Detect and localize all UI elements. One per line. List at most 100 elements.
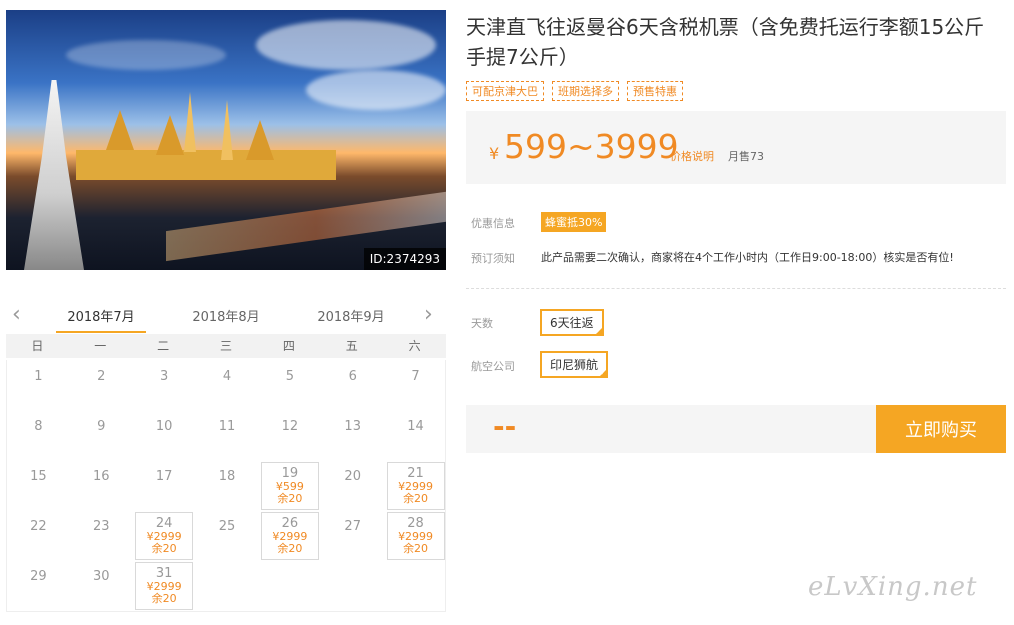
calendar-day-22: 22: [9, 512, 67, 560]
discount-badge: 蜂蜜抵30%: [541, 212, 607, 232]
day-number: 8: [34, 419, 43, 434]
calendar-day-8: 8: [9, 412, 67, 460]
day-stock: 余20: [277, 492, 303, 505]
day-number: 30: [93, 569, 110, 584]
day-number: 12: [281, 419, 299, 434]
calendar-day-11: 11: [198, 412, 256, 460]
airline-option-label: 印尼狮航: [550, 358, 599, 372]
calendar-month-nav: ‹ 2018年7月 2018年8月 2018年9月 ›: [6, 296, 446, 334]
day-number: 19: [281, 466, 299, 481]
day-number: 21: [407, 466, 424, 481]
day-number: 11: [218, 419, 236, 434]
day-number: 1: [34, 369, 43, 384]
day-number: 23: [93, 519, 110, 534]
day-number: 6: [348, 369, 357, 384]
notice-label: 预订须知: [471, 252, 515, 265]
prev-month-chevron-icon[interactable]: ‹: [12, 302, 21, 327]
calendar-day-26[interactable]: 26 ¥2999 余20: [260, 512, 319, 560]
tag-schedule: 班期选择多: [552, 81, 619, 101]
tab-month-august[interactable]: 2018年8月: [181, 306, 271, 325]
total-price-box: --: [466, 405, 876, 453]
tag-presale: 预售特惠: [627, 81, 683, 101]
calendar-day-17: 17: [135, 462, 193, 510]
calendar-day-9: 9: [72, 412, 130, 460]
calendar-day-4: 4: [198, 362, 256, 410]
calendar-day-7: 7: [387, 362, 445, 410]
buy-now-button[interactable]: 立即购买: [876, 405, 1006, 453]
day-stock: 余20: [403, 492, 429, 505]
day-number: 10: [155, 419, 173, 434]
day-number: 20: [344, 469, 361, 484]
calendar-day-12: 12: [261, 412, 319, 460]
day-number: 16: [93, 469, 110, 484]
airline-label: 航空公司: [471, 360, 515, 373]
calendar-day-18: 18: [198, 462, 256, 510]
calendar-day-14: 14: [387, 412, 445, 460]
calendar-grid: 1 2 3 4 5 6 7 8 9 10 11 12 13 14 15 16 17 18 19 ¥599 余20 20 21…: [6, 360, 446, 612]
day-number: 27: [344, 519, 361, 534]
airline-option-button[interactable]: 印尼狮航 ✓: [540, 351, 609, 378]
calendar-day-16: 16: [72, 462, 130, 510]
divider: [466, 288, 1006, 289]
calendar-day-30: 30: [72, 562, 130, 610]
calendar-weekday-header: 日 一 二 三 四 五 六: [6, 334, 446, 358]
calendar-day-27: 27: [324, 512, 382, 560]
calendar-day-31[interactable]: 31 ¥2999 余20: [135, 562, 194, 610]
notice-text: 此产品需要二次确认，商家将在4个工作小时内（工作日9:00-18:00）核实是否…: [541, 251, 954, 264]
monthly-sales: 月售73: [728, 150, 764, 163]
calendar-day-29: 29: [9, 562, 67, 610]
day-number: 18: [218, 469, 236, 484]
day-number: 29: [30, 569, 47, 584]
selected-check-icon: ✓: [600, 369, 607, 377]
calendar-day-5: 5: [261, 362, 319, 410]
discount-label: 优惠信息: [471, 217, 515, 230]
day-number: 3: [160, 369, 169, 384]
price-currency: ¥: [489, 144, 500, 163]
total-price: --: [493, 410, 517, 443]
product-photo: ID:2374293: [6, 10, 446, 270]
day-number: 31: [155, 566, 173, 581]
day-number: 7: [411, 369, 420, 384]
weekday-thu: 四: [282, 339, 295, 353]
calendar-day-20: 20: [324, 462, 382, 510]
price-note-link[interactable]: 价格说明: [670, 148, 714, 164]
calendar-day-24[interactable]: 24 ¥2999 余20: [135, 512, 194, 560]
weekday-sun: 日: [31, 339, 44, 353]
day-number: 2: [97, 369, 106, 384]
day-number: 9: [97, 419, 106, 434]
price-range: 599~3999: [504, 127, 679, 166]
calendar-day-28[interactable]: 28 ¥2999 余20: [386, 512, 445, 560]
weekday-fri: 五: [345, 339, 358, 353]
calendar-day-1: 1: [9, 362, 67, 410]
day-number: 15: [30, 469, 47, 484]
calendar-day-3: 3: [135, 362, 193, 410]
calendar-day-25: 25: [198, 512, 256, 560]
day-number: 24: [155, 516, 173, 531]
calendar-day-2: 2: [72, 362, 130, 410]
selected-check-icon: ✓: [595, 327, 602, 335]
weekday-wed: 三: [220, 339, 233, 353]
days-label: 天数: [471, 317, 493, 330]
days-option-button[interactable]: 6天往返 ✓: [540, 309, 604, 336]
tab-month-september[interactable]: 2018年9月: [306, 306, 396, 325]
day-stock: 余20: [403, 542, 429, 555]
next-month-chevron-icon[interactable]: ›: [424, 302, 433, 327]
day-number: 25: [218, 519, 236, 534]
watermark-logo: eLvXing.net: [808, 572, 978, 602]
day-number: 5: [285, 369, 294, 384]
days-option-label: 6天往返: [550, 316, 594, 330]
calendar-day-21[interactable]: 21 ¥2999 余20: [386, 462, 445, 510]
weekday-sat: 六: [408, 339, 421, 353]
day-number: 14: [407, 419, 424, 434]
calendar-day-19[interactable]: 19 ¥599 余20: [260, 462, 319, 510]
tag-bus: 可配京津大巴: [466, 81, 544, 101]
day-number: 28: [407, 516, 424, 531]
day-number: 17: [155, 469, 173, 484]
tab-month-july[interactable]: 2018年7月: [56, 306, 146, 333]
day-stock: 余20: [277, 542, 303, 555]
calendar-day-23: 23: [72, 512, 130, 560]
temple-stupa-image: [24, 80, 84, 270]
weekday-tue: 二: [157, 339, 170, 353]
calendar-day-6: 6: [324, 362, 382, 410]
day-number: 4: [222, 369, 232, 384]
